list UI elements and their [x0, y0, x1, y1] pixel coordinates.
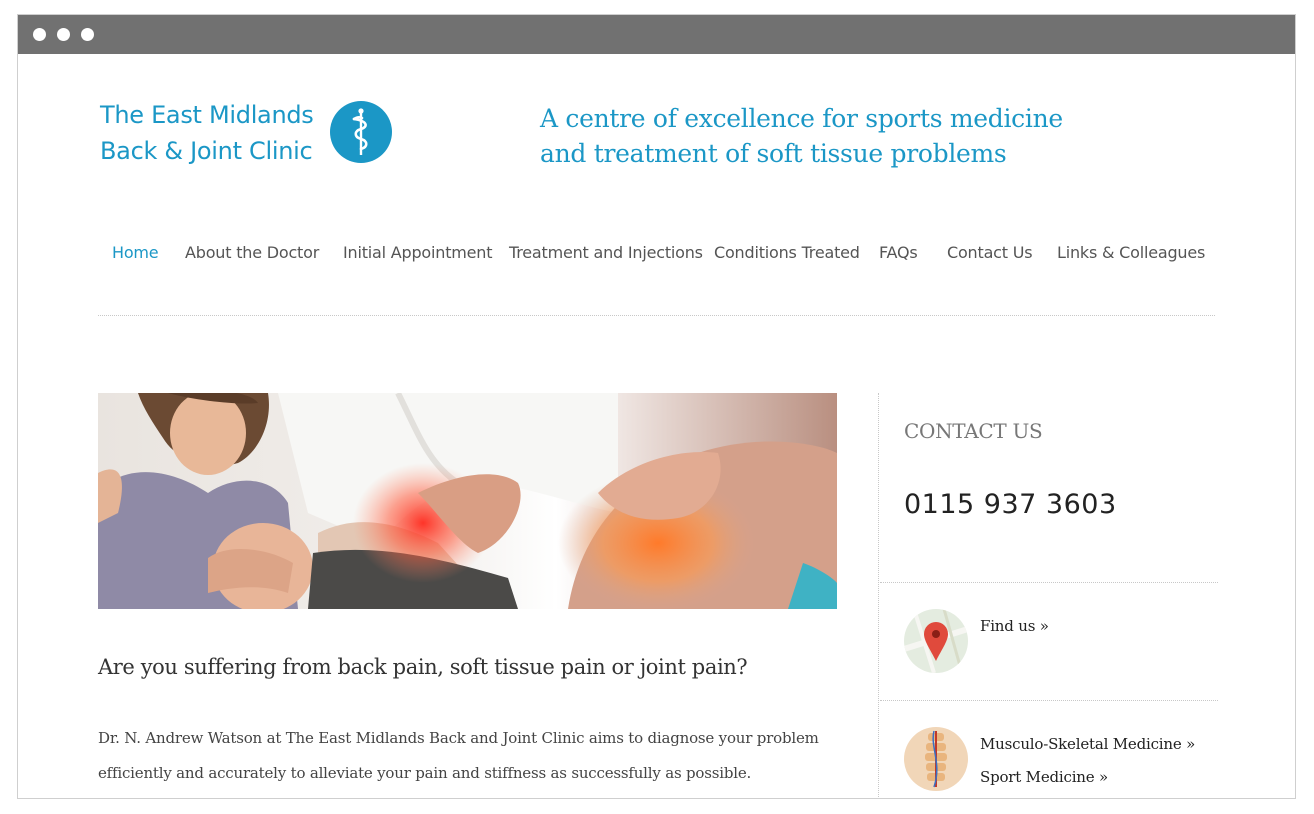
window-minimize-dot[interactable] — [57, 28, 70, 41]
site-tagline: A centre of excellence for sports medici… — [540, 101, 1063, 171]
nav-item-treatment-and-injections[interactable]: Treatment and Injections — [509, 243, 703, 262]
nav-item-conditions-treated[interactable]: Conditions Treated — [714, 243, 860, 262]
map-pin-icon[interactable] — [904, 609, 968, 673]
nav-item-links-and-colleagues[interactable]: Links & Colleagues — [1057, 243, 1205, 262]
window-zoom-dot[interactable] — [81, 28, 94, 41]
intro-line-1: Dr. N. Andrew Watson at The East Midland… — [98, 729, 819, 747]
logo-line-1: The East Midlands — [100, 101, 314, 129]
main-intro-paragraph: Dr. N. Andrew Watson at The East Midland… — [98, 721, 858, 791]
hero-banner-image — [98, 393, 837, 609]
main-heading: Are you suffering from back pain, soft t… — [98, 655, 748, 679]
nav-item-about-the-doctor[interactable]: About the Doctor — [185, 243, 319, 262]
nav-item-faqs[interactable]: FAQs — [879, 243, 918, 262]
sidebar-divider-1 — [880, 582, 1218, 583]
intro-line-2: efficiently and accurately to alleviate … — [98, 764, 752, 782]
find-us-link[interactable]: Find us » — [980, 617, 1049, 635]
caduceus-icon — [330, 101, 392, 163]
browser-window: The East Midlands Back & Joint Clinic A … — [17, 14, 1296, 799]
nav-item-home[interactable]: Home — [112, 243, 159, 262]
contact-title: CONTACT US — [904, 419, 1043, 443]
nav-item-contact-us[interactable]: Contact Us — [947, 243, 1033, 262]
sidebar-divider-2 — [880, 700, 1218, 701]
window-close-dot[interactable] — [33, 28, 46, 41]
nav-divider — [98, 315, 1215, 316]
spine-icon — [904, 727, 968, 791]
contact-phone[interactable]: 0115 937 3603 — [904, 489, 1117, 520]
logo-line-2: Back & Joint Clinic — [100, 137, 313, 165]
nav-item-initial-appointment[interactable]: Initial Appointment — [343, 243, 493, 262]
tagline-line-1: A centre of excellence for sports medici… — [540, 104, 1063, 133]
sport-medicine-link[interactable]: Sport Medicine » — [980, 768, 1108, 786]
sidebar-divider — [878, 393, 879, 798]
tagline-line-2: and treatment of soft tissue problems — [540, 139, 1007, 168]
window-titlebar — [18, 15, 1295, 54]
site-logo[interactable]: The East Midlands Back & Joint Clinic — [100, 97, 314, 169]
musculo-skeletal-medicine-link[interactable]: Musculo-Skeletal Medicine » — [980, 735, 1195, 753]
